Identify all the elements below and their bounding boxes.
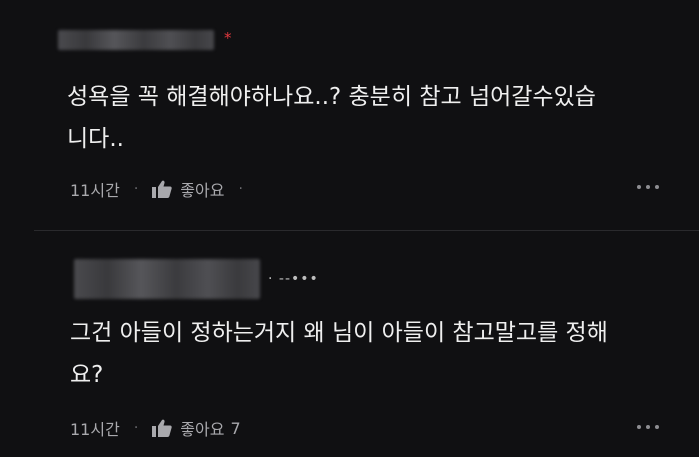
more-options-icon[interactable] <box>637 185 659 189</box>
meta-separator: · <box>133 420 139 436</box>
meta-separator: · <box>238 181 243 197</box>
author-name-blurred[interactable] <box>58 30 214 50</box>
comment-divider <box>34 230 699 231</box>
comment-item: * 성욕을 꼭 해결해야하나요..? 충분히 참고 넘어갈수있습 니다.. 11… <box>0 0 699 230</box>
comment-meta: 11시간 · 좋아요 · <box>70 177 257 201</box>
thumbs-up-icon <box>152 419 172 437</box>
comment-timestamp: 11시간 <box>70 181 120 200</box>
like-button[interactable]: 좋아요 <box>152 177 224 201</box>
comment-author[interactable]: * <box>58 30 232 50</box>
author-badge: * <box>224 28 232 47</box>
more-options-icon[interactable] <box>637 425 659 429</box>
author-name-blurred[interactable] <box>74 259 260 299</box>
comment-text: 성욕을 꼭 해결해야하나요..? 충분히 참고 넘어갈수있습 니다.. <box>67 84 596 152</box>
author-extra-text: · --••• <box>268 271 319 287</box>
comment-item: · --••• 그건 아들이 정하는거지 왜 님이 아들이 참고말고를 정해 요… <box>0 232 699 457</box>
comment-meta: 11시간 · 좋아요 7 <box>70 416 241 440</box>
thumbs-up-icon <box>152 180 172 198</box>
meta-separator: · <box>133 181 139 197</box>
like-label: 좋아요 <box>180 420 225 439</box>
comment-text: 그건 아들이 정하는거지 왜 님이 아들이 참고말고를 정해 요? <box>70 320 608 388</box>
like-label: 좋아요 <box>180 181 225 200</box>
comment-timestamp: 11시간 <box>70 420 120 439</box>
comment-author[interactable]: · --••• <box>74 259 319 299</box>
like-button[interactable]: 좋아요 7 <box>152 416 241 440</box>
like-count: 7 <box>230 418 241 438</box>
